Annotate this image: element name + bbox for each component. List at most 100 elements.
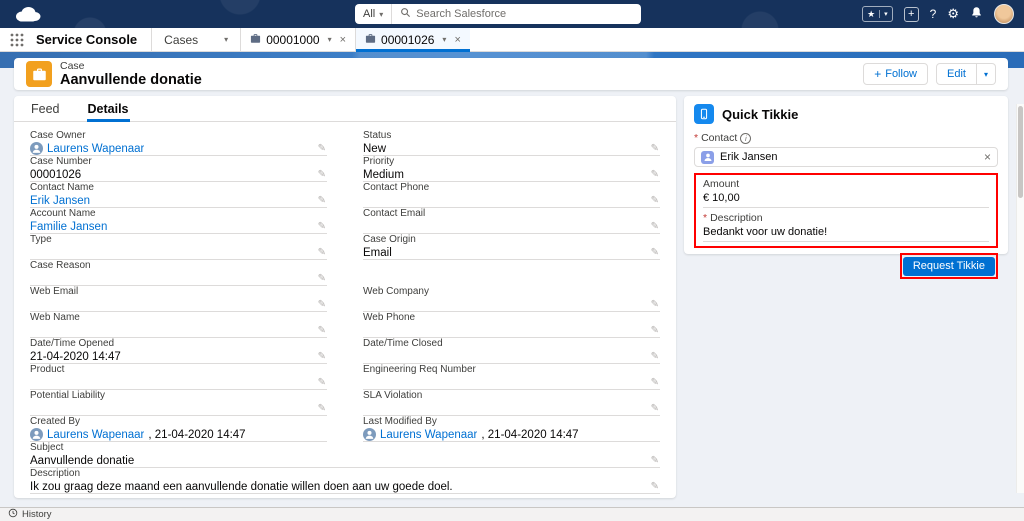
field-label: Case Reason — [30, 260, 327, 272]
app-name[interactable]: Service Console — [34, 28, 151, 51]
follow-button-label: Follow — [885, 68, 917, 80]
contact-lookup-pill[interactable]: Erik Jansen × — [694, 147, 998, 167]
help-icon[interactable]: ? — [930, 7, 937, 21]
workspace-tab-label: 00001000 — [266, 33, 319, 47]
field-type: Type ✎ — [30, 234, 327, 260]
header-action-icons: ★ ▾ + ? ⚙ — [862, 0, 1014, 28]
app-launcher-icon[interactable] — [0, 28, 34, 51]
edit-pencil-icon[interactable]: ✎ — [650, 248, 660, 258]
gear-icon[interactable]: ⚙ — [947, 6, 959, 22]
global-actions-icon[interactable]: + — [904, 7, 919, 22]
scrollbar-thumb[interactable] — [1018, 106, 1023, 198]
follow-button[interactable]: + Follow — [863, 63, 928, 85]
global-header: All ▾ ★ ▾ + ? ⚙ — [0, 0, 1024, 28]
workspace-tab-bar: Service Console Cases ▾ 00001000 ▾ × 000… — [0, 28, 1024, 52]
amount-field-value[interactable]: € 10,00 — [703, 191, 989, 208]
edit-pencil-icon[interactable]: ✎ — [317, 378, 327, 388]
edit-pencil-icon[interactable]: ✎ — [650, 300, 660, 310]
edit-pencil-icon[interactable]: ✎ — [650, 326, 660, 336]
field-engineering-req-number: Engineering Req Number ✎ — [363, 364, 660, 390]
edit-pencil-icon[interactable]: ✎ — [317, 248, 327, 258]
close-icon[interactable]: × — [454, 34, 460, 46]
field-label: Date/Time Closed — [363, 338, 660, 350]
vertical-scrollbar[interactable] — [1016, 104, 1024, 493]
case-owner-link[interactable]: Laurens Wapenaar — [47, 143, 144, 155]
remove-contact-icon[interactable]: × — [984, 150, 991, 164]
contact-name-link[interactable]: Erik Jansen — [30, 195, 90, 207]
edit-pencil-icon[interactable]: ✎ — [650, 144, 660, 154]
amount-field-label: Amount — [703, 178, 989, 190]
edit-pencil-icon[interactable]: ✎ — [650, 404, 660, 414]
annotation-box-fields: Amount € 10,00 * Description Bedankt voo… — [694, 173, 998, 248]
account-name-link[interactable]: Familie Jansen — [30, 221, 107, 233]
case-tab-icon — [365, 33, 376, 47]
field-label: Product — [30, 364, 327, 376]
edit-pencil-icon[interactable]: ✎ — [317, 196, 327, 206]
close-icon[interactable]: × — [340, 34, 346, 46]
workspace-tab-00001000[interactable]: 00001000 ▾ × — [240, 28, 355, 51]
created-by-link[interactable]: Laurens Wapenaar — [47, 429, 144, 441]
info-icon: i — [740, 133, 751, 144]
field-created-by: Created By Laurens Wapenaar , 21-04-2020… — [30, 416, 327, 442]
nav-tab-cases[interactable]: Cases ▾ — [151, 28, 240, 51]
field-label: Subject — [30, 442, 660, 454]
field-sla-violation: SLA Violation ✎ — [363, 390, 660, 416]
field-value: Email — [363, 247, 392, 259]
chevron-down-icon: ▾ — [328, 35, 332, 44]
edit-button[interactable]: Edit — [936, 63, 977, 85]
workspace-tab-00001026[interactable]: 00001026 ▾ × — [355, 28, 470, 51]
search-scope-selector[interactable]: All ▾ — [355, 4, 392, 24]
field-label: Web Phone — [363, 312, 660, 324]
edit-pencil-icon[interactable]: ✎ — [650, 378, 660, 388]
required-asterisk: * — [703, 212, 707, 224]
last-modified-datetime: , 21-04-2020 14:47 — [481, 429, 578, 441]
panel-title: Quick Tikkie — [722, 107, 798, 122]
edit-pencil-icon[interactable]: ✎ — [650, 482, 660, 492]
edit-pencil-icon[interactable]: ✎ — [317, 144, 327, 154]
field-priority: Priority Medium ✎ — [363, 156, 660, 182]
field-label: Priority — [363, 156, 660, 168]
field-label: Web Name — [30, 312, 327, 324]
edit-pencil-icon[interactable]: ✎ — [317, 326, 327, 336]
user-avatar[interactable] — [994, 4, 1014, 24]
edit-pencil-icon[interactable]: ✎ — [317, 170, 327, 180]
search-input[interactable] — [416, 8, 633, 20]
tab-details[interactable]: Details — [87, 97, 130, 121]
bell-icon[interactable] — [970, 6, 983, 22]
edit-pencil-icon[interactable]: ✎ — [317, 352, 327, 362]
description-field-value[interactable]: Bedankt voor uw donatie! — [703, 225, 989, 242]
contact-label-text: Contact — [701, 132, 737, 144]
field-subject: Subject Aanvullende donatie ✎ — [30, 442, 660, 468]
field-status: Status New ✎ — [363, 130, 660, 156]
edit-pencil-icon[interactable]: ✎ — [317, 222, 327, 232]
field-value: New — [363, 143, 386, 155]
edit-pencil-icon[interactable]: ✎ — [650, 196, 660, 206]
field-product: Product ✎ — [30, 364, 327, 390]
edit-pencil-icon[interactable]: ✎ — [650, 170, 660, 180]
edit-pencil-icon[interactable]: ✎ — [317, 274, 327, 284]
record-detail-card: Feed Details Case Owner Laurens Wapenaar… — [14, 96, 676, 498]
edit-pencil-icon[interactable]: ✎ — [317, 300, 327, 310]
utility-bar-history[interactable]: History — [0, 507, 1024, 521]
detail-fields: Case Owner Laurens Wapenaar ✎ Case Numbe… — [14, 122, 676, 498]
field-label: Contact Name — [30, 182, 327, 194]
edit-pencil-icon[interactable]: ✎ — [650, 456, 660, 466]
field-value: Medium — [363, 169, 404, 181]
contact-pill-label: Erik Jansen — [720, 151, 777, 163]
field-value: Ik zou graag deze maand een aanvullende … — [30, 481, 453, 493]
favorites-control[interactable]: ★ ▾ — [862, 6, 893, 22]
chevron-down-icon: ▾ — [442, 35, 446, 44]
edit-pencil-icon[interactable]: ✎ — [650, 222, 660, 232]
field-case-number: Case Number 00001026 ✎ — [30, 156, 327, 182]
tab-feed[interactable]: Feed — [30, 97, 61, 121]
request-tikkie-button[interactable]: Request Tikkie — [903, 257, 995, 276]
record-header: Case Aanvullende donatie + Follow Edit ▾ — [14, 58, 1008, 90]
field-case-origin: Case Origin Email ✎ — [363, 234, 660, 260]
edit-pencil-icon[interactable]: ✎ — [317, 404, 327, 414]
workspace-tab-label: 00001026 — [381, 33, 434, 47]
last-modified-by-link[interactable]: Laurens Wapenaar — [380, 429, 477, 441]
field-label: Type — [30, 234, 327, 246]
edit-pencil-icon[interactable]: ✎ — [650, 352, 660, 362]
more-actions-button[interactable]: ▾ — [977, 63, 996, 85]
chevron-down-icon: ▾ — [224, 35, 228, 44]
